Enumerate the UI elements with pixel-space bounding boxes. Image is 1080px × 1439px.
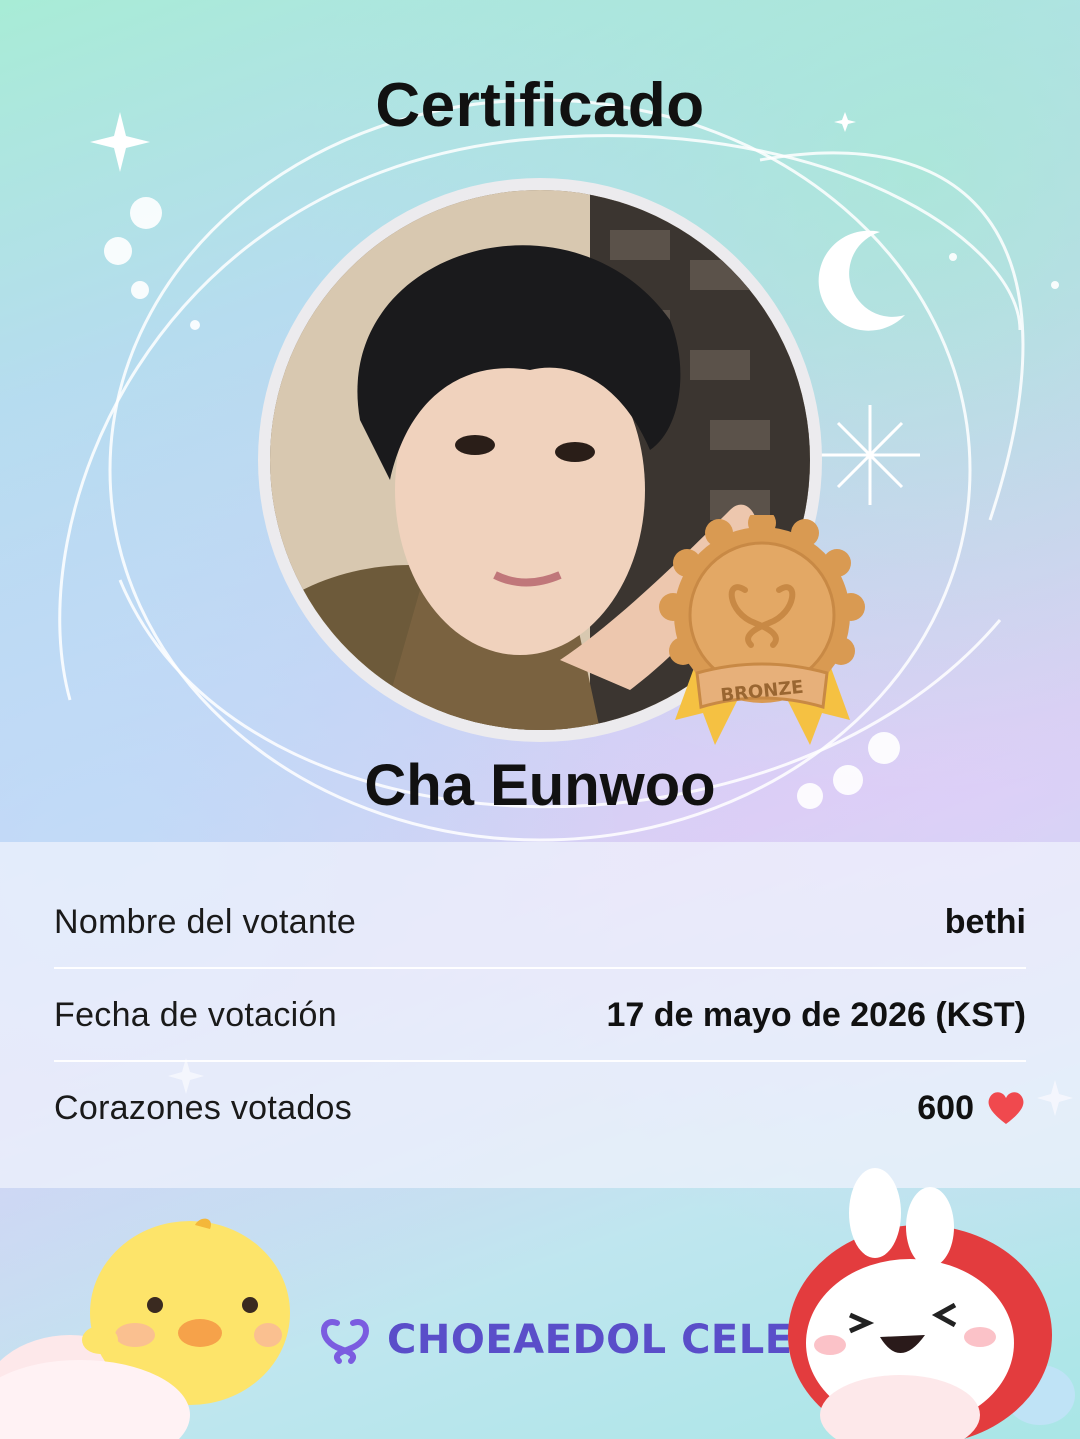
- voter-name-value: bethi: [944, 902, 1026, 941]
- moon-icon: [818, 230, 905, 331]
- chick-mascot: [0, 1218, 290, 1439]
- brand-logo-icon: [321, 1319, 369, 1364]
- bronze-medal-icon: BRONZE: [659, 515, 865, 745]
- brand-logo: CHOEAEDOL CELEB: [315, 1312, 824, 1368]
- info-row-voter-name: Nombre del votante bethi: [54, 876, 1026, 968]
- bunny-mascot: [788, 1168, 1075, 1439]
- vote-date-label: Fecha de votación: [54, 995, 337, 1034]
- celeb-name: Cha Eunwoo: [364, 753, 716, 818]
- heart-icon: [988, 1092, 1024, 1124]
- brand-name: CHOEAEDOL CELEB: [387, 1317, 824, 1363]
- hearts-voted-label: Corazones votados: [54, 1088, 353, 1127]
- sparkle-icon: [820, 405, 920, 505]
- info-row-hearts-voted: Corazones votados 600: [54, 1062, 1026, 1154]
- voter-name-label: Nombre del votante: [54, 902, 357, 941]
- vote-date-value: 17 de mayo de 2026 (KST): [606, 995, 1026, 1034]
- hearts-voted-value: 600: [917, 1088, 974, 1127]
- info-row-vote-date: Fecha de votación 17 de mayo de 2026 (KS…: [54, 969, 1026, 1061]
- page-title: Certificado: [375, 71, 705, 140]
